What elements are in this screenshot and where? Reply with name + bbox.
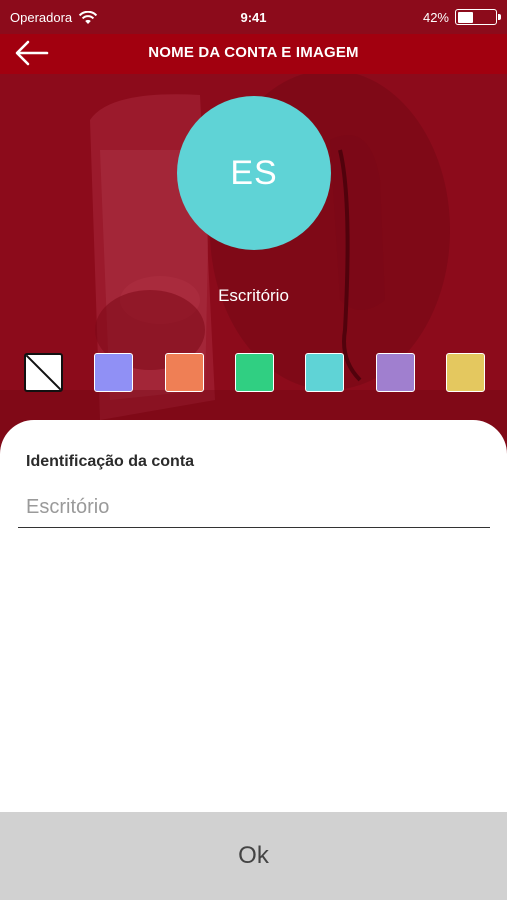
battery-percent: 42% bbox=[422, 9, 449, 25]
status-bar: Operadora 9:41 42% bbox=[0, 0, 507, 34]
color-swatch-none[interactable] bbox=[24, 353, 63, 392]
no-color-icon bbox=[26, 355, 61, 390]
avatar[interactable]: ES bbox=[177, 96, 331, 250]
color-swatch-green[interactable] bbox=[234, 353, 274, 392]
color-swatch-periwinkle[interactable] bbox=[94, 353, 134, 392]
battery-cap bbox=[498, 14, 501, 20]
battery-fill bbox=[457, 11, 474, 23]
account-id-label: Identificação da conta bbox=[26, 453, 195, 470]
color-swatch-picker bbox=[24, 353, 486, 393]
account-name: Escritório bbox=[218, 286, 289, 305]
color-swatch-mustard[interactable] bbox=[445, 353, 485, 392]
page-title: NOME DA CONTA E IMAGEM bbox=[148, 44, 359, 61]
account-name-input[interactable] bbox=[18, 488, 490, 528]
navigation-bar: NOME DA CONTA E IMAGEM bbox=[0, 34, 507, 74]
form-sheet: Identificação da conta bbox=[0, 420, 507, 812]
color-swatch-coral[interactable] bbox=[164, 353, 204, 392]
color-swatch-turquoise[interactable] bbox=[305, 353, 345, 392]
status-right: 42% bbox=[422, 9, 501, 25]
ok-button[interactable]: Ok bbox=[0, 812, 507, 900]
battery-icon bbox=[455, 9, 501, 25]
color-swatch-lavender[interactable] bbox=[375, 353, 415, 392]
